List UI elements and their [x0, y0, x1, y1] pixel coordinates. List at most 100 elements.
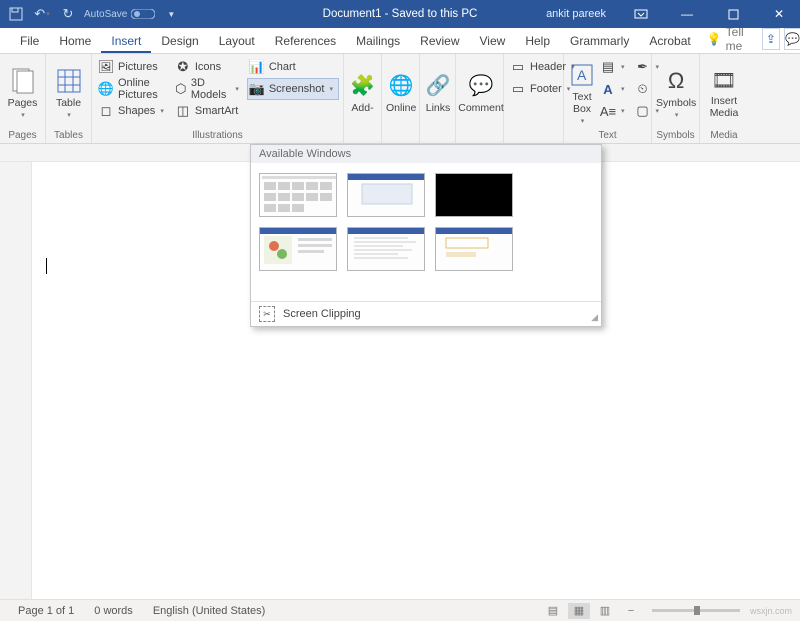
group-text: AText Box▾ ▤▾ A▾ A≡▾ ✒▾ ⏲ ▢▾ Text [564, 54, 652, 143]
undo-icon[interactable]: ↶▾ [32, 4, 52, 24]
zoom-slider[interactable] [652, 609, 740, 612]
web-layout-button[interactable]: ▥ [594, 603, 616, 619]
group-media: 🎞Insert Media Media [700, 54, 748, 143]
quickparts-icon: ▤ [600, 59, 616, 75]
screenshot-icon: 📷 [249, 81, 265, 97]
screen-clipping-item[interactable]: ✂ Screen Clipping [251, 302, 601, 326]
omega-icon: Ω [662, 67, 690, 95]
quickparts-button[interactable]: ▤▾ [598, 56, 631, 78]
footer-icon: ▭ [510, 81, 526, 97]
tab-design[interactable]: Design [151, 30, 208, 53]
link-icon: 🔗 [424, 72, 452, 100]
word-count[interactable]: 0 words [84, 605, 143, 617]
tab-review[interactable]: Review [410, 30, 469, 53]
chart-button[interactable]: 📊Chart [247, 56, 339, 78]
smartart-button[interactable]: ◫SmartArt [173, 100, 245, 122]
resize-grip-icon[interactable]: ◢ [591, 312, 598, 323]
datetime-icon: ⏲ [635, 81, 651, 97]
addins-button[interactable]: 🧩Add- [348, 56, 377, 129]
icons-button[interactable]: ✪Icons [173, 56, 245, 78]
group-label-media: Media [704, 129, 744, 143]
window-thumb-1[interactable] [259, 173, 337, 217]
window-thumb-5[interactable] [347, 227, 425, 271]
header-icon: ▭ [510, 59, 526, 75]
comments-button[interactable]: 💬 [784, 28, 800, 50]
window-thumb-4[interactable] [259, 227, 337, 271]
group-symbols: ΩSymbols▾ Symbols [652, 54, 700, 143]
group-addins: 🧩Add- [344, 54, 382, 143]
user-name[interactable]: ankit pareek [536, 8, 616, 20]
tab-insert[interactable]: Insert [101, 30, 151, 53]
qat-more-icon[interactable]: ▼ [161, 4, 181, 24]
window-thumbnails [251, 163, 601, 301]
screenshot-button[interactable]: 📷Screenshot▾ [247, 78, 339, 100]
pictures-button[interactable]: 🖼Pictures [96, 56, 171, 78]
dropcap-button[interactable]: A≡▾ [598, 100, 631, 122]
comment-button[interactable]: 💬Comment [460, 56, 502, 129]
group-label-text: Text [568, 129, 647, 143]
globe-icon: 🌐 [387, 72, 415, 100]
group-tables: Table▾ Tables [46, 54, 92, 143]
3d-models-button[interactable]: ⬡3D Models▾ [173, 78, 245, 100]
insert-media-button[interactable]: 🎞Insert Media [704, 56, 744, 129]
wordart-icon: A [600, 81, 616, 97]
object-icon: ▢ [635, 103, 651, 119]
group-label-tables: Tables [50, 129, 87, 143]
window-thumb-3[interactable] [435, 173, 513, 217]
redo-icon[interactable]: ↻ [58, 4, 78, 24]
chart-icon: 📊 [249, 59, 265, 75]
pages-button[interactable]: Pages▾ [4, 56, 41, 129]
tab-mailings[interactable]: Mailings [346, 30, 410, 53]
online-video-button[interactable]: 🌐Online [386, 56, 416, 129]
titlebar: ↶▾ ↻ AutoSave ▼ Document1 - Saved to thi… [0, 0, 800, 28]
wordart-button[interactable]: A▾ [598, 78, 631, 100]
tab-references[interactable]: References [265, 30, 346, 53]
media-icon: 🎞 [710, 66, 738, 94]
group-pages: Pages▾ Pages [0, 54, 46, 143]
links-button[interactable]: 🔗Links [424, 56, 452, 129]
tab-grammarly[interactable]: Grammarly [560, 30, 639, 53]
window-thumb-2[interactable] [347, 173, 425, 217]
tab-layout[interactable]: Layout [209, 30, 265, 53]
ribbon: Pages▾ Pages Table▾ Tables 🖼Pictures 🌐On… [0, 54, 800, 144]
ribbon-tabs: File Home Insert Design Layout Reference… [0, 28, 800, 54]
text-box-button[interactable]: AText Box▾ [568, 56, 596, 129]
shapes-icon: ◻ [98, 103, 114, 119]
dropdown-header: Available Windows [251, 145, 601, 163]
text-box-icon: A [568, 61, 596, 89]
share-button[interactable]: ⇪ [762, 28, 780, 50]
page-indicator[interactable]: Page 1 of 1 [8, 605, 84, 617]
tab-acrobat[interactable]: Acrobat [639, 30, 700, 53]
text-cursor [46, 258, 47, 274]
tab-home[interactable]: Home [49, 30, 101, 53]
ribbon-options-icon[interactable] [620, 0, 662, 28]
online-pictures-button[interactable]: 🌐Online Pictures [96, 78, 171, 100]
group-label-pages: Pages [4, 129, 41, 143]
tab-help[interactable]: Help [515, 30, 560, 53]
table-icon [55, 67, 83, 95]
addins-icon: 🧩 [349, 72, 377, 100]
symbols-button[interactable]: ΩSymbols▾ [656, 56, 696, 129]
save-icon[interactable] [6, 4, 26, 24]
clipping-icon: ✂ [259, 306, 275, 322]
window-thumb-6[interactable] [435, 227, 513, 271]
autosave-toggle[interactable]: AutoSave [84, 9, 155, 20]
minimize-button[interactable]: ― [666, 0, 708, 28]
close-button[interactable]: ✕ [758, 0, 800, 28]
comment-icon: 💬 [467, 72, 495, 100]
shapes-button[interactable]: ◻Shapes▾ [96, 100, 171, 122]
zoom-out-button[interactable]: − [620, 603, 642, 619]
maximize-button[interactable] [712, 0, 754, 28]
tell-me-search[interactable]: 💡Tell me [701, 25, 758, 53]
tab-view[interactable]: View [470, 30, 516, 53]
status-bar: Page 1 of 1 0 words English (United Stat… [0, 599, 800, 621]
document-area: Available Windows ✂ Screen Clipping ◢ [0, 162, 800, 609]
tab-file[interactable]: File [10, 30, 49, 53]
pages-icon [9, 67, 37, 95]
print-layout-button[interactable]: ▦ [568, 603, 590, 619]
icons-icon: ✪ [175, 59, 191, 75]
language-indicator[interactable]: English (United States) [143, 605, 276, 617]
read-mode-button[interactable]: ▤ [542, 603, 564, 619]
group-label-symbols: Symbols [656, 129, 695, 143]
table-button[interactable]: Table▾ [50, 56, 87, 129]
